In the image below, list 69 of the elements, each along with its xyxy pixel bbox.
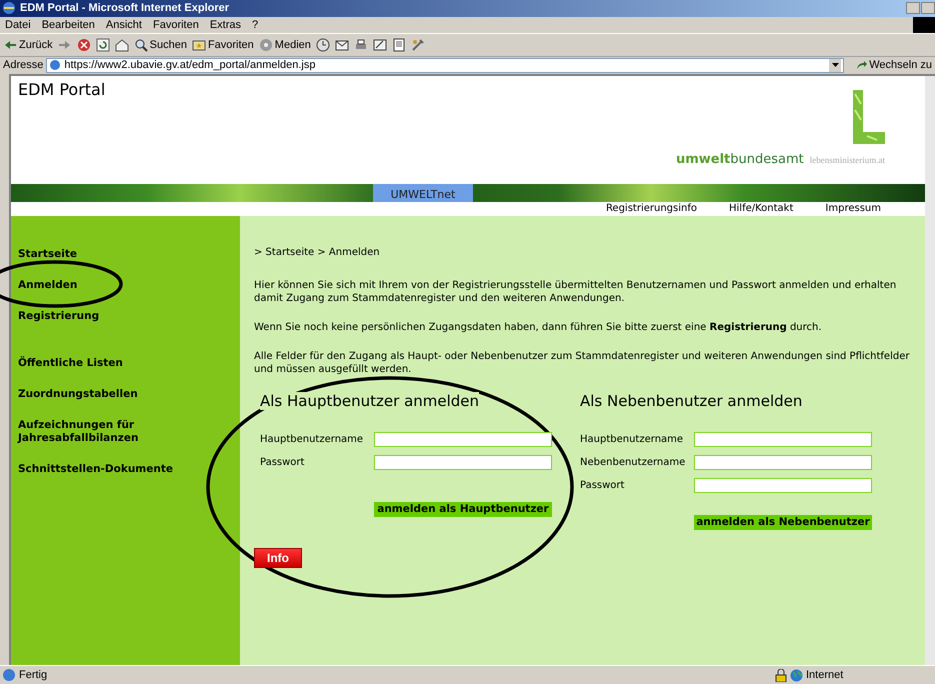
partner-logo-text: lebensministerium.at: [810, 154, 885, 165]
star-folder-icon: [192, 38, 206, 52]
input-field[interactable]: [694, 478, 872, 493]
field-label: Hauptbenutzername: [580, 432, 684, 446]
address-label: Adresse: [3, 59, 44, 72]
refresh-icon[interactable]: [96, 38, 110, 52]
menu-item[interactable]: Favoriten: [152, 18, 199, 31]
login-button[interactable]: anmelden als Hauptbenutzer: [374, 502, 552, 517]
maximize-button[interactable]: [921, 2, 935, 14]
paragraph: Wenn Sie noch keine persönlichen Zugangsdaten haben, dann führen Sie bitte zuerst eine Registrierung durch.: [254, 320, 823, 334]
field-label: Nebenbenutzername: [580, 456, 686, 469]
disc-icon: [258, 38, 273, 52]
toolbar-button[interactable]: Suchen: [134, 38, 187, 52]
input-field[interactable]: [374, 454, 552, 470]
security-zone: Internet: [806, 669, 844, 682]
login-button[interactable]: anmelden als Nebenbenutzer: [694, 514, 872, 530]
toolbar-button[interactable]: Zurück: [3, 38, 53, 52]
clock-icon[interactable]: [316, 38, 330, 52]
top-link[interactable]: Registrierungsinfo: [606, 203, 697, 214]
search-icon: [134, 38, 148, 52]
printer-icon[interactable]: [354, 38, 368, 52]
menu-item[interactable]: ?: [252, 18, 258, 31]
page-icon: [2, 668, 16, 682]
field-label: Passwort: [580, 478, 626, 492]
breadcrumb: > Startseite > Anmelden: [254, 246, 381, 259]
status-text: Fertig: [19, 669, 48, 682]
sidebar-link[interactable]: Öffentliche Listen: [18, 356, 198, 370]
top-link[interactable]: Impressum: [825, 203, 881, 214]
menu-item[interactable]: Ansicht: [106, 18, 142, 31]
stop-icon[interactable]: [76, 38, 91, 52]
minimize-button[interactable]: [906, 2, 920, 14]
lock-icon: [775, 668, 787, 682]
toolbar-button[interactable]: Medien: [258, 38, 311, 52]
menu-item[interactable]: Datei: [5, 18, 31, 31]
banner-tab[interactable]: UMWELTnet: [373, 184, 473, 202]
dropdown-button[interactable]: [829, 58, 842, 72]
sidebar-link[interactable]: Zuordnungstabellen: [18, 388, 198, 401]
globe-icon: [790, 668, 803, 682]
field-label: Hauptbenutzername: [260, 432, 364, 446]
field-label: Passwort: [260, 456, 306, 469]
menu-item[interactable]: Extras: [210, 18, 242, 31]
sidebar-link[interactable]: Anmelden: [18, 278, 198, 292]
home-icon[interactable]: [114, 38, 129, 52]
document-icon[interactable]: [392, 38, 406, 52]
input-field[interactable]: [694, 432, 872, 447]
window-title: EDM Portal - Microsoft Internet Explorer: [20, 2, 230, 14]
edit-icon[interactable]: [372, 38, 387, 52]
paragraph: Alle Felder für den Zugang als Haupt- oder Nebenbenutzer zum Stammdatenregister und weiteren Anwendungen sind Pflichtfelder und müssen ausgefüllt werden.: [254, 350, 910, 376]
tools-icon[interactable]: [410, 38, 425, 52]
logo-text: umweltbundesamt: [676, 152, 804, 167]
sidebar-link[interactable]: Aufzeichnungen für Jahresabfallbilanzen: [18, 418, 198, 445]
top-link[interactable]: Hilfe/Kontakt: [729, 203, 794, 214]
envelope-icon[interactable]: [334, 38, 349, 52]
paragraph: Hier können Sie sich mit Ihrem von der Registrierungsstelle übermittelten Benutzernamen und Passwort anmelden und erhalten damit Zugang zum Stammdatenregister und den weiteren Anwendungen.: [254, 278, 898, 305]
site-title: EDM Portal: [17, 78, 106, 101]
go-button[interactable]: Wechseln zu: [855, 59, 932, 72]
toolbar-button[interactable]: Favoriten: [192, 38, 254, 52]
info-button[interactable]: Info: [254, 548, 302, 568]
input-field[interactable]: [374, 432, 552, 447]
sidebar-link[interactable]: Schnittstellen-Dokumente: [18, 462, 198, 476]
address-field[interactable]: https://www2.ubavie.gv.at/edm_portal/anmelden.jsp: [46, 58, 844, 73]
page-icon: [49, 59, 62, 72]
caret-icon: [832, 63, 839, 68]
browser-icon: [2, 1, 16, 16]
sidebar-link[interactable]: Startseite: [18, 248, 198, 261]
menu-item[interactable]: Bearbeiten: [42, 18, 95, 31]
form-heading: Als Hauptbenutzer anmelden: [260, 392, 480, 410]
sidebar-link[interactable]: Registrierung: [18, 310, 198, 323]
input-field[interactable]: [694, 454, 872, 470]
